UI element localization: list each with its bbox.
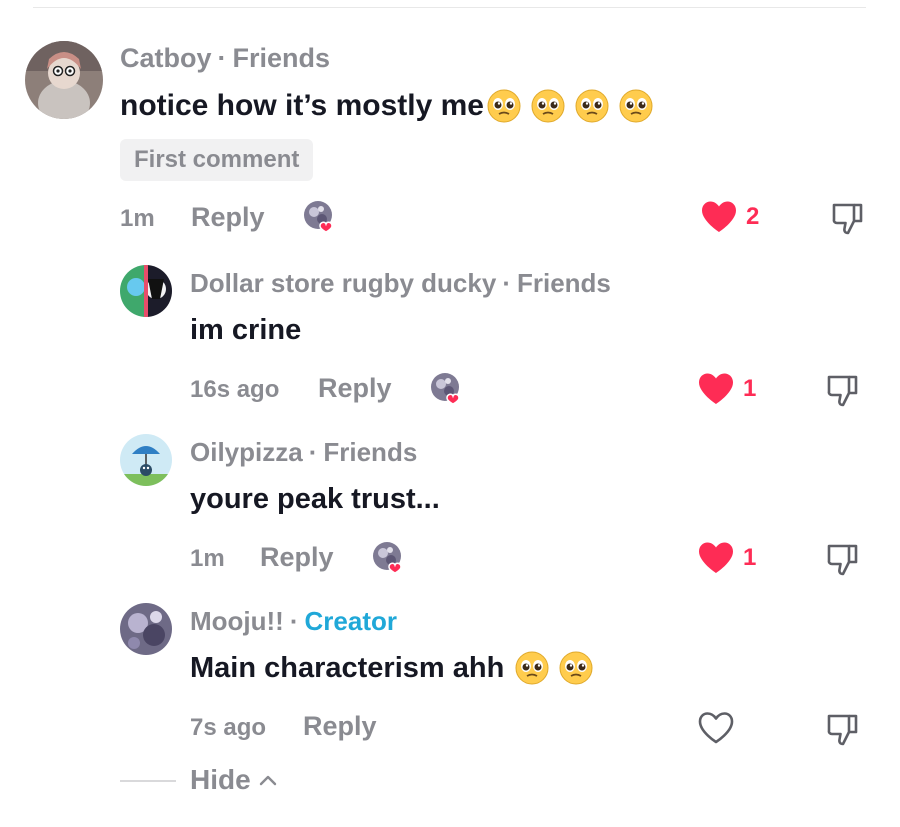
heart-filled-icon	[702, 201, 736, 232]
like-button[interactable]: 1	[697, 372, 756, 406]
reply-button[interactable]: Reply	[318, 373, 392, 404]
dislike-icon[interactable]	[825, 372, 861, 408]
top-divider	[33, 7, 866, 8]
username[interactable]: Dollar store rugby ducky	[190, 268, 496, 298]
avatar[interactable]	[120, 603, 172, 655]
pleading-face-emoji-icon	[574, 88, 610, 124]
comment-body: Main characterism ahh	[190, 651, 505, 684]
hide-replies-button[interactable]: Hide	[190, 764, 277, 796]
separator: ·	[217, 43, 227, 73]
heart-outline-icon	[698, 712, 734, 744]
like-count: 1	[743, 375, 757, 402]
like-count: 1	[743, 544, 757, 571]
dislike-icon[interactable]	[825, 711, 861, 747]
separator: ·	[289, 606, 299, 636]
avatar[interactable]	[120, 434, 172, 486]
separator: ·	[502, 268, 511, 298]
avatar[interactable]	[120, 265, 172, 317]
separator: ·	[308, 437, 318, 467]
comment-text: notice how it’s mostly me	[120, 86, 654, 126]
creator-label: Creator	[304, 606, 397, 636]
like-button[interactable]: 2	[700, 200, 759, 234]
first-comment-badge: First comment	[120, 139, 314, 181]
like-button[interactable]: 1	[697, 541, 756, 575]
creator-liked-icon	[303, 200, 337, 234]
pleading-face-emoji-icon	[530, 88, 566, 124]
comment-body: im crine	[190, 313, 302, 346]
creator-liked-icon	[372, 541, 406, 575]
like-button[interactable]	[697, 711, 735, 745]
comment-timestamp: 1m	[190, 545, 225, 572]
dislike-icon[interactable]	[830, 200, 866, 236]
pleading-face-emoji-icon	[486, 88, 522, 124]
comment-text: Main characterism ahh	[190, 648, 594, 688]
comment-timestamp: 1m	[120, 205, 155, 232]
pleading-face-emoji-icon	[618, 88, 654, 124]
comment-timestamp: 7s ago	[190, 714, 267, 741]
username[interactable]: Catboy	[120, 43, 212, 73]
avatar[interactable]	[25, 41, 103, 119]
hide-divider	[120, 780, 176, 782]
reply-button[interactable]: Reply	[191, 202, 265, 233]
like-count: 2	[746, 203, 760, 230]
comment-body: youre peak trust...	[190, 482, 440, 515]
pleading-face-emoji-icon	[514, 650, 550, 686]
username[interactable]: Mooju!!	[190, 606, 284, 636]
comment-text: youre peak trust...	[190, 481, 440, 517]
relation-label: Friends	[516, 268, 611, 298]
creator-liked-icon	[430, 372, 464, 406]
comment-author[interactable]: Catboy · Friends	[120, 43, 330, 74]
comment-timestamp: 16s ago	[190, 376, 280, 403]
relation-label: Friends	[232, 43, 331, 73]
reply-button[interactable]: Reply	[303, 711, 377, 742]
hide-label: Hide	[190, 764, 251, 795]
pleading-face-emoji-icon	[558, 650, 594, 686]
comment-text: im crine	[190, 312, 301, 348]
comment-author[interactable]: Dollar store rugby ducky · Friends	[190, 268, 611, 299]
heart-filled-icon	[699, 542, 733, 573]
username[interactable]: Oilypizza	[190, 437, 303, 467]
comment-body: notice how it’s mostly me	[120, 89, 484, 122]
comment-author[interactable]: Oilypizza · Friends	[190, 437, 417, 468]
comment-author[interactable]: Mooju!! · Creator	[190, 606, 397, 637]
dislike-icon[interactable]	[825, 541, 861, 577]
reply-button[interactable]: Reply	[260, 542, 334, 573]
relation-label: Friends	[323, 437, 418, 467]
heart-filled-icon	[699, 373, 733, 404]
chevron-up-icon	[259, 775, 276, 786]
